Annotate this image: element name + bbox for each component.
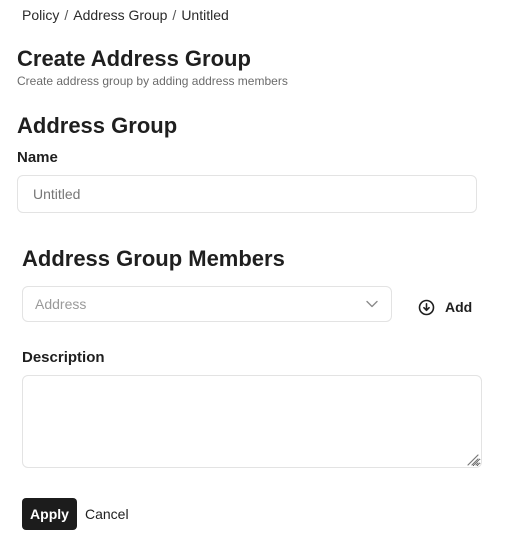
address-select-placeholder: Address	[35, 296, 87, 312]
name-label: Name	[17, 149, 58, 166]
page-title: Create Address Group	[17, 46, 251, 71]
create-address-group-page: Policy / Address Group / Untitled Create…	[0, 0, 521, 546]
add-member-button[interactable]: Add	[418, 296, 472, 318]
add-member-label: Add	[445, 299, 473, 315]
chevron-down-icon	[365, 297, 379, 311]
breadcrumb-item-address-group[interactable]: Address Group	[73, 6, 167, 24]
cancel-button[interactable]: Cancel	[85, 498, 129, 530]
apply-button[interactable]: Apply	[22, 498, 77, 530]
description-label: Description	[22, 349, 105, 366]
address-select[interactable]: Address	[22, 286, 392, 322]
description-textarea[interactable]	[22, 375, 482, 468]
address-group-section-title: Address Group	[17, 113, 178, 138]
breadcrumb-item-policy[interactable]: Policy	[22, 6, 59, 24]
name-input[interactable]	[17, 175, 477, 213]
address-group-members-section-title: Address Group Members	[22, 246, 285, 271]
circle-arrow-down-icon	[418, 299, 435, 316]
breadcrumb-separator: /	[64, 7, 69, 23]
breadcrumb-item-current: Untitled	[181, 7, 229, 23]
breadcrumb-separator: /	[172, 7, 177, 23]
page-subtitle: Create address group by adding address m…	[17, 74, 288, 88]
breadcrumb: Policy / Address Group / Untitled	[22, 6, 229, 24]
